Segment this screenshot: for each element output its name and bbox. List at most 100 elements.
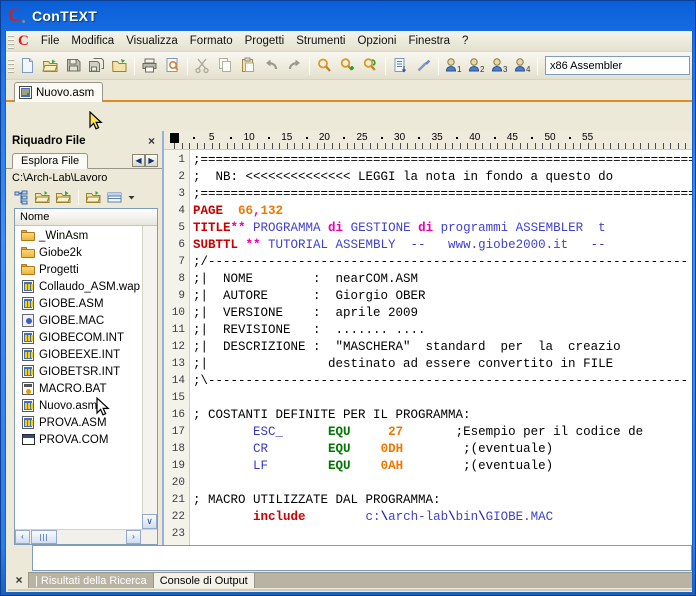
- chevron-down-icon[interactable]: [126, 188, 136, 207]
- code-line[interactable]: [193, 475, 692, 492]
- code-line[interactable]: ;| NOME : nearCOM.ASM: [193, 271, 692, 288]
- code-line[interactable]: include c:\arch-lab\bin\GIOBE.MAC: [193, 509, 692, 526]
- tab-output-console[interactable]: Console di Output: [152, 572, 255, 588]
- scroll-right-button[interactable]: ›: [126, 530, 141, 544]
- file-list-column-header[interactable]: Nome: [15, 209, 157, 226]
- save-all-icon[interactable]: [85, 54, 108, 77]
- menu-opzioni[interactable]: Opzioni: [351, 33, 402, 49]
- code-line[interactable]: LF EQU 0AH ;(eventuale): [193, 458, 692, 475]
- chevron-right-icon[interactable]: ▶: [145, 154, 158, 167]
- list-item[interactable]: PROVA.ASM: [15, 414, 157, 431]
- code-line[interactable]: ;\--------------------------------------…: [193, 373, 692, 390]
- code-line[interactable]: [193, 390, 692, 407]
- code-line[interactable]: CR EQU 0DH ;(eventuale): [193, 441, 692, 458]
- menu-progetti[interactable]: Progetti: [239, 33, 291, 49]
- cut-scissors-icon[interactable]: [191, 54, 214, 77]
- svg-text:1: 1: [457, 65, 462, 74]
- code-line[interactable]: ;/--------------------------------------…: [193, 254, 692, 271]
- menu-strumenti[interactable]: Strumenti: [290, 33, 351, 49]
- menu-formato[interactable]: Formato: [184, 33, 239, 49]
- tab-search-results[interactable]: | Risultati della Ricerca: [28, 572, 154, 588]
- sort-lines-icon[interactable]: [389, 54, 412, 77]
- folder-up-icon[interactable]: [33, 188, 52, 207]
- folder-open-icon[interactable]: [84, 188, 103, 207]
- close-icon[interactable]: ×: [10, 572, 28, 588]
- redo-arrow-icon[interactable]: [283, 54, 306, 77]
- chevron-left-icon[interactable]: ◀: [132, 154, 145, 167]
- code-line[interactable]: ESC_ EQU 27 ;Esempio per il codice de: [193, 424, 692, 441]
- view-list-icon[interactable]: [105, 188, 124, 207]
- asm-file-icon: [19, 280, 37, 293]
- find-next-magnifier-icon[interactable]: [336, 54, 359, 77]
- list-item[interactable]: GIOBE.MAC: [15, 312, 157, 329]
- wand-icon[interactable]: [412, 54, 435, 77]
- print-icon[interactable]: [138, 54, 161, 77]
- file-list-horizontal-scrollbar[interactable]: ‹ ›: [15, 529, 157, 544]
- menu-help[interactable]: ?: [456, 33, 474, 49]
- undo-arrow-icon[interactable]: [260, 54, 283, 77]
- copy-icon[interactable]: [214, 54, 237, 77]
- code-text-area[interactable]: ;=======================================…: [190, 150, 692, 545]
- ruler-tick: [377, 143, 379, 149]
- code-scroll-region[interactable]: 1 2 3 4 5 6 7 8 9 10 11 12 13 14 15 16 17 18 19 20 21 22 23 ;=…: [164, 150, 692, 545]
- document-tab-nuovo-asm[interactable]: Nuovo.asm: [14, 82, 104, 102]
- code-line[interactable]: [193, 526, 692, 543]
- code-line[interactable]: TITLE** PROGRAMMA di GESTIONE di program…: [193, 220, 692, 237]
- list-item[interactable]: Giobe2k: [15, 244, 157, 261]
- scroll-left-button[interactable]: ‹: [15, 530, 30, 544]
- paste-icon[interactable]: [237, 54, 260, 77]
- replace-magnifier-icon[interactable]: [359, 54, 382, 77]
- output-console-textbox[interactable]: [32, 545, 692, 572]
- folder-tree-icon[interactable]: [12, 188, 31, 207]
- list-item[interactable]: Collaudo_ASM.wap: [15, 278, 157, 295]
- menu-modifica[interactable]: Modifica: [65, 33, 120, 49]
- code-line[interactable]: ; COSTANTI DEFINITE PER IL PROGRAMMA:: [193, 407, 692, 424]
- code-line[interactable]: ; NB: <<<<<<<<<<<<<< LEGGI la nota in fo…: [193, 169, 692, 186]
- code-line[interactable]: ;| destinato ad essere convertito in FIL…: [193, 356, 692, 373]
- open-folder-icon[interactable]: [39, 54, 62, 77]
- open-project-icon[interactable]: [108, 54, 131, 77]
- code-line[interactable]: ;| DESCRIZIONE : "MASCHERA" standard per…: [193, 339, 692, 356]
- list-item[interactable]: PROVA.COM: [15, 431, 157, 448]
- user-1-icon[interactable]: 1: [442, 54, 465, 77]
- code-line[interactable]: SUBTTL ** TUTORIAL ASSEMBLY -- www.giobe…: [193, 237, 692, 254]
- code-line[interactable]: ;=======================================…: [193, 186, 692, 203]
- code-line[interactable]: ;| VERSIONE : aprile 2009: [193, 305, 692, 322]
- list-item[interactable]: Progetti: [15, 261, 157, 278]
- svg-text:3: 3: [503, 65, 508, 74]
- search-magnifier-icon[interactable]: [313, 54, 336, 77]
- user-3-icon[interactable]: 3: [488, 54, 511, 77]
- list-item[interactable]: GIOBEEXE.INT: [15, 346, 157, 363]
- line-number: 9: [178, 290, 185, 302]
- list-item[interactable]: Nuovo.asm: [15, 397, 157, 414]
- list-item[interactable]: _WinAsm: [15, 227, 157, 244]
- menu-finestra[interactable]: Finestra: [402, 33, 456, 49]
- list-item[interactable]: GIOBETSR.INT: [15, 363, 157, 380]
- scroll-down-button[interactable]: ∨: [142, 514, 157, 529]
- list-item[interactable]: GIOBECOM.INT: [15, 329, 157, 346]
- user-4-icon[interactable]: 4: [511, 54, 534, 77]
- code-line[interactable]: ;| REVISIONE : ....... ....: [193, 322, 692, 339]
- close-icon[interactable]: ×: [145, 134, 158, 148]
- file-list-vertical-scrollbar[interactable]: [142, 226, 157, 530]
- menu-grip[interactable]: [8, 33, 14, 49]
- code-line[interactable]: ; MACRO UTILIZZATE DAL PROGRAMMA:: [193, 492, 692, 509]
- list-item[interactable]: GIOBE.ASM: [15, 295, 157, 312]
- language-selector[interactable]: x86 Assembler: [545, 56, 690, 75]
- code-token: **: [230, 221, 246, 235]
- menu-visualizza[interactable]: Visualizza: [120, 33, 184, 49]
- file-list[interactable]: _WinAsm Giobe2k Progetti Collaudo_ASM.wa…: [15, 226, 157, 544]
- toolbar-grip[interactable]: [8, 58, 14, 73]
- folder-refresh-icon[interactable]: [54, 188, 73, 207]
- code-line[interactable]: ;| AUTORE : Giorgio OBER: [193, 288, 692, 305]
- list-item[interactable]: MACRO.BAT: [15, 380, 157, 397]
- menu-file[interactable]: File: [35, 33, 66, 49]
- print-preview-icon[interactable]: [161, 54, 184, 77]
- save-icon[interactable]: [62, 54, 85, 77]
- user-2-icon[interactable]: 2: [465, 54, 488, 77]
- tab-esplora-file[interactable]: Esplora File: [12, 153, 89, 169]
- code-line[interactable]: ;=======================================…: [193, 152, 692, 169]
- hscroll-thumb[interactable]: [31, 530, 57, 544]
- new-file-icon[interactable]: [16, 54, 39, 77]
- code-line[interactable]: PAGE 66,132: [193, 203, 692, 220]
